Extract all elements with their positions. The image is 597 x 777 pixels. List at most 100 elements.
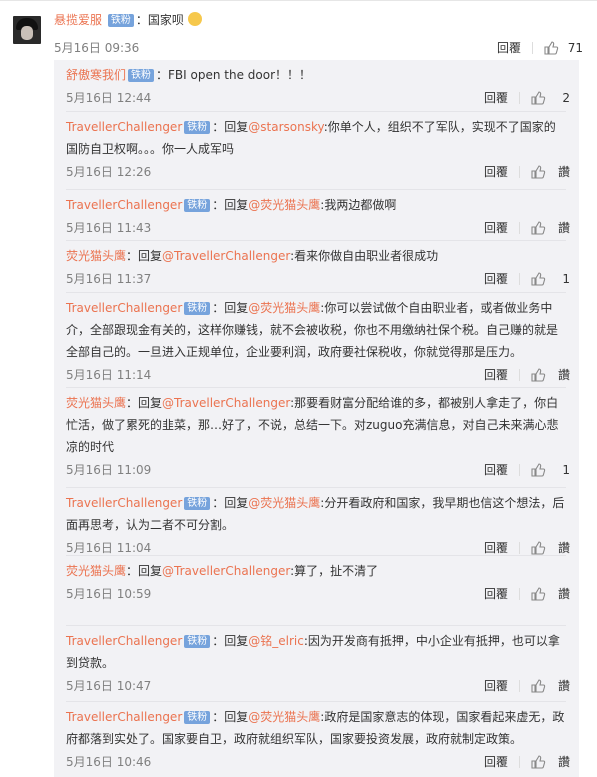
divider bbox=[519, 92, 520, 104]
divider bbox=[519, 166, 520, 178]
like-icon[interactable] bbox=[530, 220, 546, 236]
fan-badge[interactable]: 铁粉 bbox=[184, 199, 211, 212]
reply-item: 荧光猫头鹰：回复@TravellerChallenger:那要看财富分配给谁的多… bbox=[66, 387, 570, 480]
like-icon[interactable] bbox=[530, 678, 546, 694]
like-icon[interactable] bbox=[530, 540, 546, 556]
divider bbox=[519, 680, 520, 692]
like-icon[interactable] bbox=[543, 40, 559, 56]
reply-prefix: ：回复 bbox=[126, 249, 163, 263]
like-count: 1 bbox=[562, 463, 570, 477]
like-icon[interactable] bbox=[530, 586, 546, 602]
reply-text: :我两边都做啊 bbox=[320, 198, 397, 212]
divider bbox=[519, 369, 520, 381]
fan-badge[interactable]: 铁粉 bbox=[184, 711, 211, 724]
reply-text: :看来你做自由职业者很成功 bbox=[290, 249, 439, 263]
reply-prefix: ：回复 bbox=[212, 710, 249, 724]
reply-time: 5月16日 12:26 bbox=[66, 165, 152, 179]
comment-text: ：国家呗 bbox=[135, 13, 184, 27]
reply-username[interactable]: TravellerChallenger bbox=[66, 710, 182, 724]
reply-username[interactable]: TravellerChallenger bbox=[66, 634, 182, 648]
reply-prefix: ：回复 bbox=[126, 396, 163, 410]
divider bbox=[66, 292, 566, 293]
reply-item: 舒傲寒我们 铁粉 ：FBI open the door！！！ 5月16日 12:44 回… bbox=[66, 64, 570, 108]
reply-username[interactable]: 荧光猫头鹰 bbox=[66, 396, 126, 410]
fan-badge[interactable]: 铁粉 bbox=[184, 121, 211, 134]
reply-item: 荧光猫头鹰：回复@TravellerChallenger:看来你做自由职业者很成… bbox=[66, 240, 570, 289]
divider bbox=[66, 555, 566, 556]
mention-link[interactable]: @荧光猫头鹰 bbox=[248, 710, 320, 724]
divider bbox=[66, 189, 566, 190]
like-count: 讚 bbox=[557, 587, 570, 601]
reply-time: 5月16日 10:46 bbox=[66, 755, 152, 769]
divider bbox=[519, 756, 520, 768]
reply-username[interactable]: TravellerChallenger bbox=[66, 120, 182, 134]
top-comment: 悬揽爱服 铁粉 ：国家呗 5月16日 09:36 回覆 71 bbox=[54, 10, 583, 58]
reply-button[interactable]: 回覆 bbox=[484, 752, 508, 772]
reply-button[interactable]: 回覆 bbox=[484, 584, 508, 604]
comment-time: 5月16日 09:36 bbox=[54, 41, 140, 55]
reply-prefix: ：回复 bbox=[212, 496, 249, 510]
divider bbox=[519, 222, 520, 234]
like-icon[interactable] bbox=[530, 754, 546, 770]
reply-button[interactable]: 回覆 bbox=[497, 38, 521, 58]
like-count: 讚 bbox=[557, 755, 570, 769]
divider bbox=[532, 42, 533, 54]
reply-username[interactable]: 荧光猫头鹰 bbox=[66, 564, 126, 578]
reply-item: TravellerChallenger 铁粉 ：回复@荧光猫头鹰:分开看政府和国家，… bbox=[66, 487, 570, 558]
reply-button[interactable]: 回覆 bbox=[484, 88, 508, 108]
like-count: 1 bbox=[562, 272, 570, 286]
reply-button[interactable]: 回覆 bbox=[484, 269, 508, 289]
mention-link[interactable]: @荧光猫头鹰 bbox=[248, 198, 320, 212]
reply-time: 5月16日 11:37 bbox=[66, 272, 152, 286]
reply-button[interactable]: 回覆 bbox=[484, 365, 508, 385]
mention-link[interactable]: @TravellerChallenger bbox=[162, 396, 290, 410]
reply-time: 5月16日 11:14 bbox=[66, 368, 152, 382]
mention-link[interactable]: @荧光猫头鹰 bbox=[248, 496, 320, 510]
mention-link[interactable]: @荧光猫头鹰 bbox=[248, 301, 320, 315]
fan-badge[interactable]: 铁粉 bbox=[184, 635, 211, 648]
reply-username[interactable]: 舒傲寒我们 bbox=[66, 68, 126, 82]
reply-item: TravellerChallenger 铁粉 ：回复@荧光猫头鹰:政府是国家意志的体… bbox=[66, 701, 570, 772]
doge-emoji-icon bbox=[187, 12, 202, 26]
comment-username[interactable]: 悬揽爱服 bbox=[54, 13, 102, 27]
reply-item: 荧光猫头鹰：回复@TravellerChallenger:算了，扯不清了 5月16… bbox=[66, 555, 570, 604]
reply-item: TravellerChallenger 铁粉 ：回复@荧光猫头鹰:你可以尝试做个自由… bbox=[66, 292, 570, 385]
like-count: 71 bbox=[567, 41, 583, 55]
reply-prefix: ：回复 bbox=[126, 564, 163, 578]
reply-username[interactable]: TravellerChallenger bbox=[66, 301, 182, 315]
avatar[interactable] bbox=[13, 16, 41, 44]
like-icon[interactable] bbox=[530, 462, 546, 478]
reply-button[interactable]: 回覆 bbox=[484, 162, 508, 182]
mention-link[interactable]: @TravellerChallenger bbox=[162, 564, 290, 578]
mention-link[interactable]: @starsonsky bbox=[248, 120, 323, 134]
fan-badge[interactable]: 铁粉 bbox=[107, 14, 134, 27]
mention-link[interactable]: @铭_elric bbox=[248, 634, 304, 648]
reply-prefix: ：回复 bbox=[212, 120, 249, 134]
fan-badge[interactable]: 铁粉 bbox=[184, 497, 211, 510]
like-icon[interactable] bbox=[530, 367, 546, 383]
fan-badge[interactable]: 铁粉 bbox=[184, 302, 211, 315]
divider bbox=[66, 240, 566, 241]
reply-prefix: ：回复 bbox=[212, 634, 249, 648]
divider bbox=[66, 487, 566, 488]
reply-button[interactable]: 回覆 bbox=[484, 218, 508, 238]
reply-item: TravellerChallenger 铁粉 ：回复@铭_elric:因为开发商有抵… bbox=[66, 625, 570, 696]
like-icon[interactable] bbox=[530, 90, 546, 106]
reply-button[interactable]: 回覆 bbox=[484, 460, 508, 480]
divider bbox=[66, 701, 566, 702]
reply-username[interactable]: 荧光猫头鹰 bbox=[66, 249, 126, 263]
divider bbox=[519, 273, 520, 285]
reply-prefix: ：FBI open the door！！！ bbox=[156, 68, 312, 82]
like-icon[interactable] bbox=[530, 164, 546, 180]
like-count: 讚 bbox=[557, 679, 570, 693]
like-icon[interactable] bbox=[530, 271, 546, 287]
reply-text: :算了，扯不清了 bbox=[290, 564, 379, 578]
reply-button[interactable]: 回覆 bbox=[484, 676, 508, 696]
fan-badge[interactable]: 铁粉 bbox=[128, 69, 155, 82]
mention-link[interactable]: @TravellerChallenger bbox=[162, 249, 290, 263]
reply-username[interactable]: TravellerChallenger bbox=[66, 496, 182, 510]
like-count: 讚 bbox=[557, 368, 570, 382]
reply-username[interactable]: TravellerChallenger bbox=[66, 198, 182, 212]
reply-time: 5月16日 10:47 bbox=[66, 679, 152, 693]
reply-time: 5月16日 10:59 bbox=[66, 587, 152, 601]
